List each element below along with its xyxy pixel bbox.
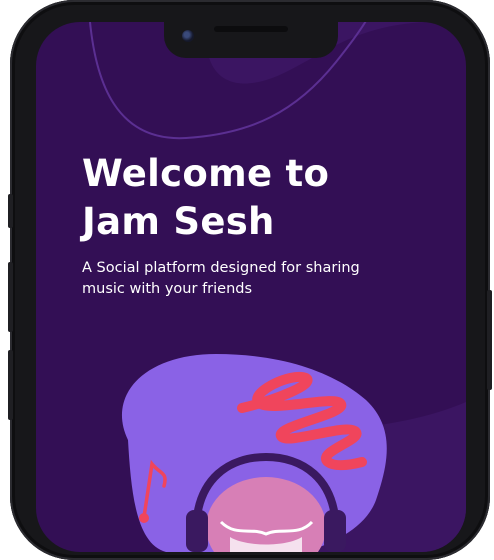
side-button-volume-up <box>8 262 13 332</box>
music-listener-illustration <box>121 354 387 552</box>
side-button-power <box>487 290 492 390</box>
welcome-screen: Welcome to Jam Sesh A Social platform de… <box>36 22 466 552</box>
side-button-mute <box>8 194 13 228</box>
side-button-volume-down <box>8 350 13 420</box>
